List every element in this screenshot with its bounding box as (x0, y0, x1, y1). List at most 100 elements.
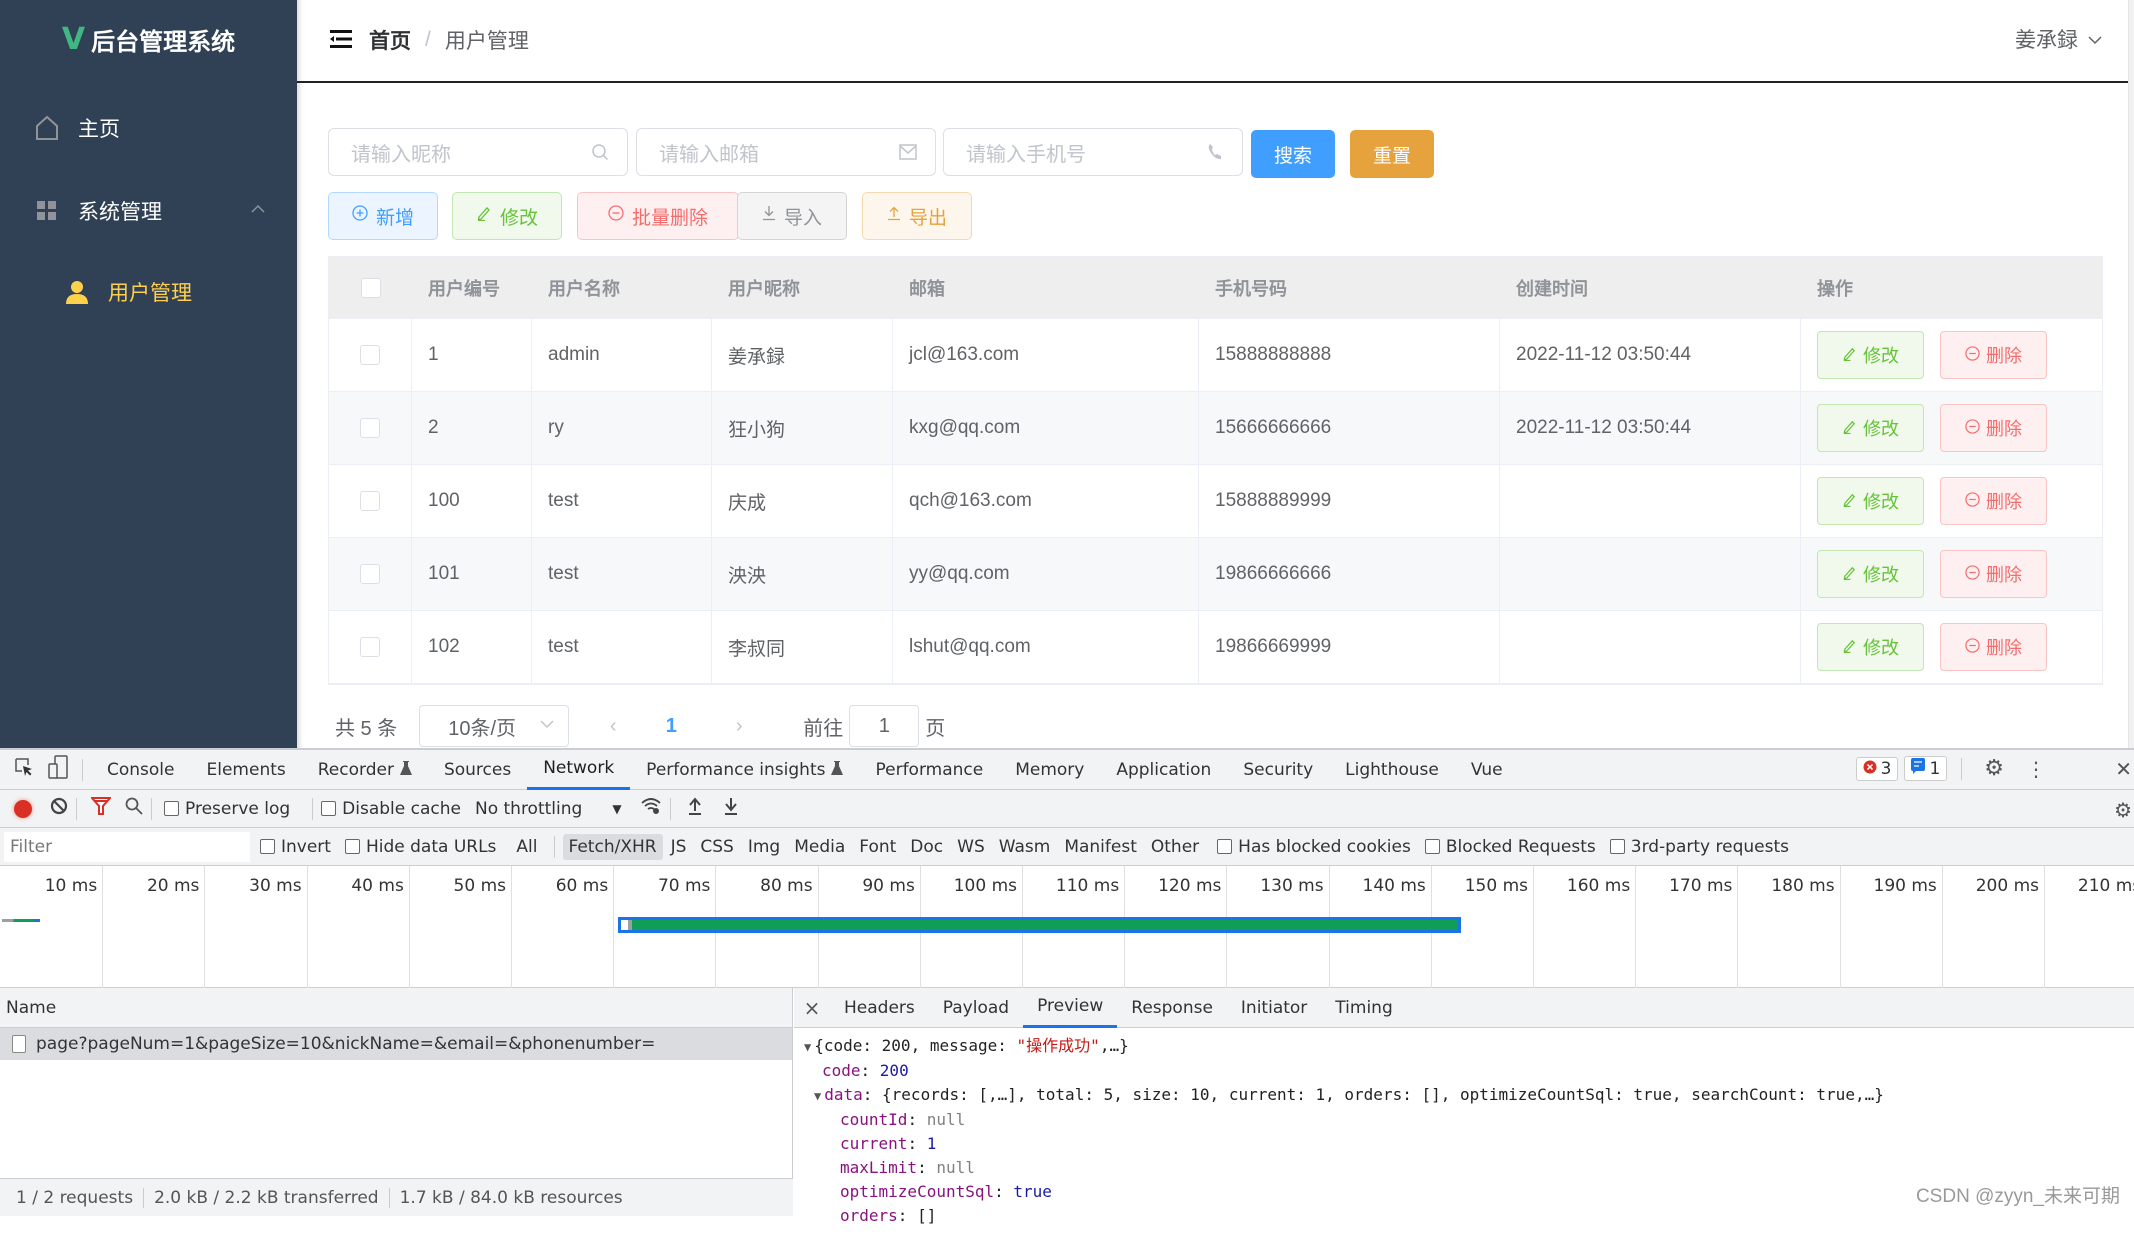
search-icon[interactable] (125, 797, 143, 820)
message-count-badge[interactable]: 1 (1904, 756, 1947, 781)
row-delete-button[interactable]: 删除 (1940, 331, 2047, 379)
error-count-badge[interactable]: 3 (1856, 757, 1899, 781)
devtools-tab-memory[interactable]: Memory (999, 750, 1100, 790)
column-header[interactable]: 用户名称 (532, 257, 712, 318)
phone-input[interactable]: 请输入手机号 (943, 128, 1243, 176)
row-edit-button[interactable]: 修改 (1817, 331, 1924, 379)
devtools-tab-network[interactable]: Network (527, 750, 630, 790)
batch-delete-button[interactable]: 批量删除 (577, 192, 739, 240)
name-column-header[interactable]: Name (6, 998, 56, 1018)
network-conditions-icon[interactable] (640, 796, 662, 821)
page-scrollbar[interactable] (2128, 0, 2134, 748)
column-header[interactable]: 创建时间 (1500, 257, 1801, 318)
devtools-tab-performance[interactable]: Performance (859, 750, 999, 790)
network-settings-gear-icon[interactable]: ⚙ (2114, 798, 2132, 822)
row-delete-button[interactable]: 删除 (1940, 477, 2047, 525)
detail-tab-payload[interactable]: Payload (929, 988, 1023, 1028)
expand-triangle-icon[interactable]: ▼ (804, 1040, 811, 1054)
timeline-request-marker[interactable] (2, 919, 40, 922)
type-filter-js[interactable]: JS (665, 834, 693, 860)
import-button[interactable]: 导入 (737, 192, 847, 240)
devtools-tab-application[interactable]: Application (1100, 750, 1227, 790)
devtools-tab-sources[interactable]: Sources (428, 750, 527, 790)
export-har-icon[interactable] (723, 797, 739, 820)
close-detail-icon[interactable]: × (794, 996, 830, 1020)
type-filter-manifest[interactable]: Manifest (1058, 834, 1143, 860)
row-edit-button[interactable]: 修改 (1817, 477, 1924, 525)
detail-tab-headers[interactable]: Headers (830, 988, 929, 1028)
third-party-requests-checkbox[interactable]: 3rd-party requests (1610, 837, 1789, 857)
preserve-log-checkbox[interactable]: Preserve log (164, 799, 290, 819)
select-all-checkbox[interactable] (361, 278, 381, 298)
disable-cache-checkbox[interactable]: Disable cache (321, 799, 461, 819)
column-header[interactable]: 手机号码 (1199, 257, 1500, 318)
preview-root-line[interactable]: ▼{code: 200, message: "操作成功",…} (804, 1034, 2124, 1059)
request-row[interactable]: page?pageNum=1&pageSize=10&nickName=&ema… (0, 1028, 792, 1060)
user-dropdown[interactable]: 姜承録 (2015, 24, 2102, 54)
sidebar-item-system[interactable]: 系统管理 (0, 183, 297, 239)
column-header[interactable]: 用户编号 (412, 257, 532, 318)
type-filter-img[interactable]: Img (742, 834, 786, 860)
row-checkbox[interactable] (360, 564, 380, 584)
has-blocked-cookies-checkbox[interactable]: Has blocked cookies (1217, 837, 1411, 857)
goto-page-input[interactable]: 1 (849, 705, 919, 747)
column-header[interactable]: 邮箱 (893, 257, 1199, 318)
hide-data-urls-checkbox[interactable]: Hide data URLs (345, 837, 496, 857)
devtools-tab-lighthouse[interactable]: Lighthouse (1329, 750, 1455, 790)
reset-button[interactable]: 重置 (1350, 130, 1434, 178)
devtools-tab-console[interactable]: Console (91, 750, 191, 790)
row-delete-button[interactable]: 删除 (1940, 404, 2047, 452)
type-filter-wasm[interactable]: Wasm (993, 834, 1057, 860)
next-page-button[interactable]: › (715, 715, 763, 738)
detail-tab-preview[interactable]: Preview (1023, 988, 1117, 1028)
devtools-tab-vue[interactable]: Vue (1455, 750, 1519, 790)
row-checkbox[interactable] (360, 491, 380, 511)
page-size-select[interactable]: 10条/页 (419, 705, 569, 747)
record-icon[interactable] (14, 800, 32, 818)
close-devtools-icon[interactable]: ✕ (2115, 757, 2132, 781)
export-button[interactable]: 导出 (862, 192, 972, 240)
edit-button[interactable]: 修改 (452, 192, 562, 240)
invert-checkbox[interactable]: Invert (260, 837, 331, 857)
menu-fold-icon[interactable] (330, 30, 352, 48)
devtools-tab-elements[interactable]: Elements (191, 750, 302, 790)
devtools-tab-security[interactable]: Security (1227, 750, 1329, 790)
detail-tab-initiator[interactable]: Initiator (1227, 988, 1321, 1028)
detail-tab-timing[interactable]: Timing (1321, 988, 1406, 1028)
row-checkbox[interactable] (360, 345, 380, 365)
import-har-icon[interactable] (687, 797, 703, 820)
add-button[interactable]: 新增 (328, 192, 438, 240)
row-delete-button[interactable]: 删除 (1940, 623, 2047, 671)
row-checkbox[interactable] (360, 418, 380, 438)
sidebar-item-user-management[interactable]: 用户管理 (0, 264, 297, 320)
type-filter-ws[interactable]: WS (951, 834, 991, 860)
search-button[interactable]: 搜索 (1251, 130, 1335, 178)
sidebar-item-home[interactable]: 主页 (0, 100, 297, 156)
type-filter-doc[interactable]: Doc (904, 834, 949, 860)
devtools-tab-performance-insights[interactable]: Performance insights (630, 750, 859, 790)
type-filter-media[interactable]: Media (788, 834, 851, 860)
blocked-requests-checkbox[interactable]: Blocked Requests (1425, 837, 1596, 857)
timeline-request-bar[interactable] (618, 917, 1461, 933)
row-checkbox[interactable] (360, 637, 380, 657)
clear-icon[interactable] (50, 797, 68, 820)
expand-triangle-icon[interactable]: ▼ (814, 1089, 821, 1103)
column-header[interactable]: 用户昵称 (712, 257, 893, 318)
breadcrumb-home[interactable]: 首页 (369, 25, 411, 55)
row-edit-button[interactable]: 修改 (1817, 550, 1924, 598)
settings-gear-icon[interactable]: ⚙ (1984, 756, 2004, 781)
row-delete-button[interactable]: 删除 (1940, 550, 2047, 598)
type-filter-fetch-xhr[interactable]: Fetch/XHR (563, 834, 663, 860)
devtools-tab-recorder[interactable]: Recorder (302, 750, 428, 790)
inspect-element-icon[interactable] (0, 757, 42, 782)
type-filter-other[interactable]: Other (1145, 834, 1205, 860)
type-filter-all[interactable]: All (510, 834, 543, 860)
device-toolbar-icon[interactable] (42, 755, 74, 784)
type-filter-font[interactable]: Font (853, 834, 902, 860)
filter-funnel-icon[interactable] (91, 797, 111, 820)
row-edit-button[interactable]: 修改 (1817, 623, 1924, 671)
more-options-icon[interactable]: ⋮ (2026, 757, 2046, 781)
prev-page-button[interactable]: ‹ (589, 715, 637, 738)
nickname-input[interactable]: 请输入昵称 (328, 128, 628, 176)
type-filter-css[interactable]: CSS (694, 834, 739, 860)
